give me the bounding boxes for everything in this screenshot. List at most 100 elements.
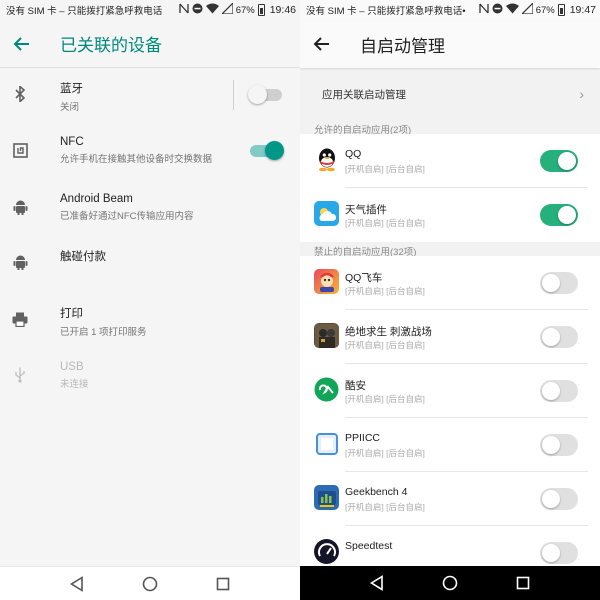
app-sub: [开机自启] [后台自启] <box>345 340 425 350</box>
ppiicc-icon <box>314 431 339 456</box>
nav-back-button[interactable] <box>365 571 389 595</box>
bluetooth-icon <box>12 86 28 102</box>
nav-recents-button[interactable] <box>511 571 535 595</box>
signal-icon <box>220 1 234 17</box>
clock: 19:46 <box>269 4 296 16</box>
android-icon <box>12 254 28 270</box>
page-title: 已关联的设备 <box>60 36 162 55</box>
item-label: Android Beam <box>60 193 133 205</box>
app-name: QQ飞车 <box>345 272 383 284</box>
app-row-qq[interactable]: QQ [开机自启] [后台自启] <box>300 134 600 188</box>
app-row-ppiicc[interactable]: PPIICC [开机自启] [后台自启] <box>300 418 600 472</box>
triangle-back-icon <box>369 575 383 591</box>
app-bar: 自启动管理 <box>300 20 600 68</box>
nav-home-button[interactable] <box>138 572 162 596</box>
qq-speed-icon <box>314 269 339 294</box>
list-item-tap-pay[interactable]: 触碰付款 <box>0 248 300 278</box>
autostart-toggle[interactable] <box>540 150 578 172</box>
battery-icon <box>257 4 265 16</box>
list-item-nfc[interactable]: NFC 允许手机在接触其他设备时交换数据 <box>0 136 300 176</box>
autostart-toggle[interactable] <box>540 488 578 510</box>
item-label: NFC <box>60 136 84 148</box>
android-icon <box>12 199 28 215</box>
back-button[interactable] <box>300 20 344 68</box>
app-name: 天气插件 <box>345 204 387 216</box>
pubg-icon <box>314 323 339 348</box>
item-sub: 已准备好通过NFC传输应用内容 <box>60 211 194 222</box>
item-sub: 未连接 <box>60 379 89 390</box>
page-title: 自启动管理 <box>360 36 445 56</box>
arrow-left-icon <box>13 36 29 51</box>
arrow-left-icon <box>313 37 329 51</box>
app-row-qq-speed[interactable]: QQ飞车 [开机自启] [后台自启] <box>300 256 600 310</box>
item-label: 触碰付款 <box>60 251 106 263</box>
app-row-pubg[interactable]: 绝地求生 刺激战场 [开机自启] [后台自启] <box>300 310 600 364</box>
usb-icon <box>12 367 28 383</box>
autostart-toggle[interactable] <box>540 380 578 402</box>
item-sub: 已开启 1 项打印服务 <box>60 327 147 338</box>
app-sub: [开机自启] [后台自启] <box>345 286 425 296</box>
list-item-print[interactable]: 打印 已开启 1 项打印服务 <box>0 305 300 345</box>
bluetooth-toggle[interactable] <box>248 84 284 104</box>
connected-devices-screen: 没有 SIM 卡 – 只能拨打紧急呼救电话 67% 19:46 已关联的设备 蓝… <box>0 0 300 600</box>
autostart-management-screen: 没有 SIM 卡 – 只能拨打紧急呼救电话• 67% 19:47 自启动管理 应 <box>300 0 600 600</box>
app-name: 酷安 <box>345 380 366 392</box>
app-name: PPIICC <box>345 432 381 444</box>
printer-icon <box>12 311 28 327</box>
nav-recents-button[interactable] <box>211 572 235 596</box>
app-name: Geekbench 4 <box>345 486 408 498</box>
autostart-toggle[interactable] <box>540 204 578 226</box>
back-button[interactable] <box>0 20 44 68</box>
battery-percent: 67% <box>535 4 555 16</box>
app-name: 绝地求生 刺激战场 <box>345 326 432 338</box>
item-label: 蓝牙 <box>60 83 83 95</box>
square-recents-icon <box>517 576 530 590</box>
weather-icon <box>314 201 339 226</box>
wifi-icon <box>205 3 219 17</box>
app-row-coolapk[interactable]: 酷安 [开机自启] [后台自启] <box>300 364 600 418</box>
triangle-back-icon <box>69 575 83 592</box>
nav-back-button[interactable] <box>65 572 89 596</box>
carrier-text: 没有 SIM 卡 – 只能拨打紧急呼救电话• <box>306 6 466 17</box>
qq-icon <box>314 147 339 172</box>
coolapk-icon <box>314 377 339 402</box>
geekbench-icon <box>314 485 339 510</box>
list-item-bluetooth[interactable]: 蓝牙 关闭 <box>0 80 300 120</box>
app-row-geekbench[interactable]: Geekbench 4 [开机自启] [后台自启] <box>300 472 600 526</box>
nfc-status-icon <box>179 3 189 17</box>
battery-percent: 67% <box>235 4 255 16</box>
battery-icon <box>557 4 565 16</box>
app-name: QQ <box>345 148 362 160</box>
autostart-toggle[interactable] <box>540 326 578 348</box>
status-bar: 没有 SIM 卡 – 只能拨打紧急呼救电话 67% 19:46 <box>0 0 300 20</box>
app-sub: [开机自启] [后台自启] <box>345 502 425 512</box>
nfc-status-icon <box>479 3 489 17</box>
navigation-bar <box>300 566 600 600</box>
link-label: 应用关联启动管理 <box>322 88 406 101</box>
nfc-toggle[interactable] <box>248 140 284 160</box>
autostart-toggle[interactable] <box>540 272 578 294</box>
nav-home-button[interactable] <box>438 571 462 595</box>
list-item-android-beam[interactable]: Android Beam 已准备好通过NFC传输应用内容 <box>0 193 300 233</box>
circle-home-icon <box>442 575 458 591</box>
associated-startup-link[interactable]: 应用关联启动管理 › <box>300 78 600 110</box>
list-item-usb: USB 未连接 <box>0 361 300 401</box>
autostart-toggle[interactable] <box>540 434 578 456</box>
square-recents-icon <box>217 577 230 590</box>
navigation-bar <box>0 566 300 600</box>
item-label: USB <box>60 361 84 373</box>
clock: 19:47 <box>569 4 596 16</box>
divider <box>233 80 234 110</box>
wifi-icon <box>505 3 519 17</box>
app-name: Speedtest <box>345 540 393 552</box>
dnd-icon <box>192 3 203 17</box>
signal-icon <box>520 1 534 17</box>
nfc-icon <box>12 142 28 158</box>
autostart-toggle[interactable] <box>540 542 578 564</box>
app-sub: [开机自启] [后台自启] <box>345 164 425 174</box>
dnd-icon <box>492 3 503 17</box>
app-sub: [开机自启] [后台自启] <box>345 448 425 458</box>
circle-home-icon <box>142 576 158 591</box>
item-sub: 允许手机在接触其他设备时交换数据 <box>60 154 213 165</box>
app-row-weather[interactable]: 天气插件 [开机自启] [后台自启] <box>300 188 600 242</box>
